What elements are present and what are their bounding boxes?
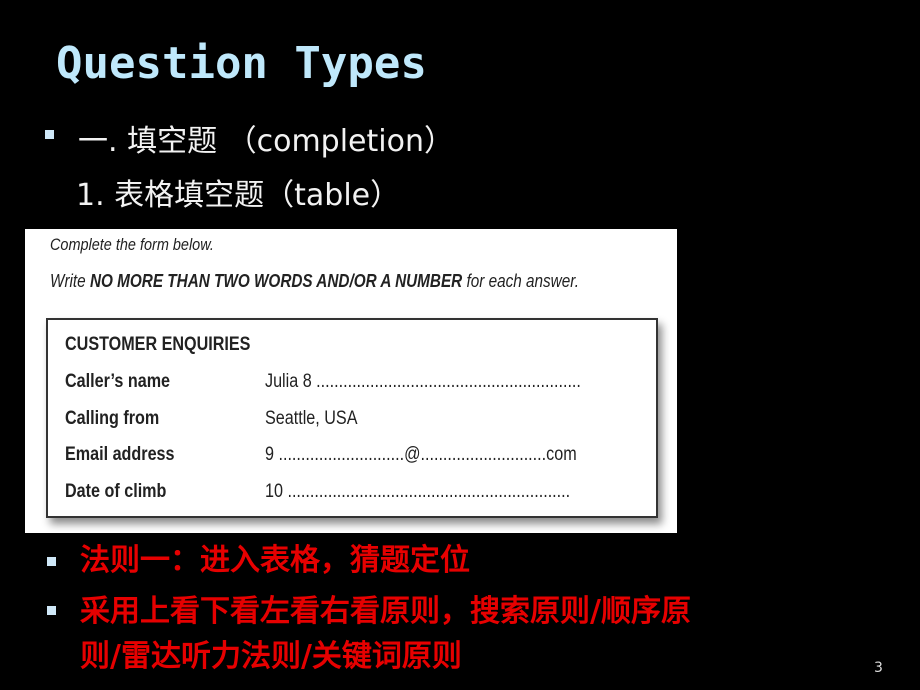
form-heading: CUSTOMER ENQUIRIES xyxy=(65,334,251,355)
row-label: Caller’s name xyxy=(65,371,171,392)
slide-title: Question Types xyxy=(56,38,427,89)
rule-two-line2: 则/雷达听力法则/关键词原则 xyxy=(80,639,462,674)
row-label: Calling from xyxy=(65,408,160,429)
row-label: Date of climb xyxy=(65,481,167,502)
bullet-icon xyxy=(47,557,56,566)
page-number: 3 xyxy=(874,660,883,676)
bullet-icon xyxy=(45,130,54,139)
rule-one: 法则一：进入表格，猜题定位 xyxy=(80,543,470,578)
form-instruction-limit: Write NO MORE THAN TWO WORDS AND/OR A NU… xyxy=(50,271,580,291)
bullet-completion: 一. 填空题 （completion） xyxy=(78,124,454,159)
rule-two-line1: 采用上看下看左看右看原则，搜索原则/顺序原 xyxy=(80,594,691,629)
form-instruction: Complete the form below. xyxy=(50,235,214,254)
form-image: Complete the form below. Write NO MORE T… xyxy=(25,229,677,533)
row-value: Julia 8 ................................… xyxy=(265,371,581,392)
row-label: Email address xyxy=(65,444,175,465)
customer-enquiries-form: CUSTOMER ENQUIRIES Caller’s name Julia 8… xyxy=(46,318,658,518)
row-value: Seattle, USA xyxy=(265,408,358,429)
bullet-icon xyxy=(47,606,56,615)
row-value: 9 ............................@.........… xyxy=(265,444,577,465)
sub-item-table: 1. 表格填空题（table） xyxy=(76,178,401,213)
row-value: 10 .....................................… xyxy=(265,481,571,502)
